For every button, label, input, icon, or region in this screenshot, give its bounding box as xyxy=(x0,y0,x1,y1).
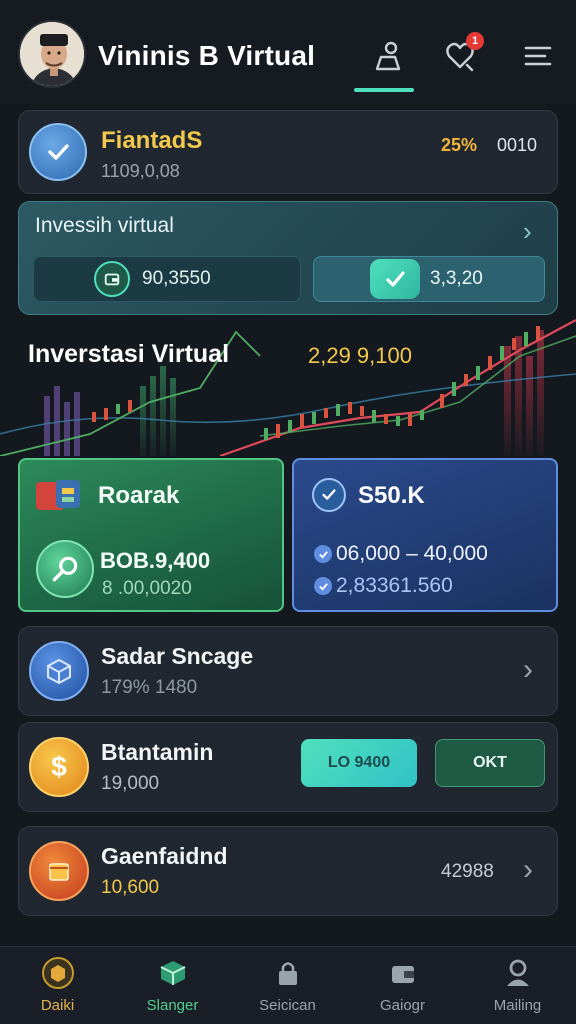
menu-icon[interactable] xyxy=(516,34,560,78)
nav-item-gaiogr[interactable]: Gaiogr xyxy=(345,947,460,1024)
app-title: Vininis B Virtual xyxy=(98,40,316,71)
person-icon xyxy=(506,959,529,986)
green-feature-tile[interactable]: Roarak BOB.9,400 8 .00,0020 xyxy=(18,458,284,612)
search-icon xyxy=(36,540,94,598)
check-icon xyxy=(370,259,420,299)
cube-icon xyxy=(29,641,89,701)
list-item[interactable]: $ Btantamin 19,000 LO 9400 OKT xyxy=(18,722,558,812)
nav-label: Seicican xyxy=(259,997,316,1014)
balance-title: FiantadS xyxy=(101,127,203,154)
box-icon xyxy=(29,841,89,901)
dollar-coin-icon: $ xyxy=(29,737,89,797)
cube-icon xyxy=(160,961,185,985)
row-value: 42988 xyxy=(441,861,494,882)
chevron-right-icon[interactable]: › xyxy=(523,853,533,887)
row-title: Gaenfaidnd xyxy=(101,843,228,869)
row-subtitle: 19,000 xyxy=(101,773,160,794)
nav-label: Gaiogr xyxy=(379,997,426,1014)
invest-right-pill[interactable]: 3,3,20 xyxy=(313,256,545,302)
invest-right-value: 3,3,20 xyxy=(430,268,483,289)
blue-tile-amount: 2,83361.560 xyxy=(336,574,453,597)
invest-title: Invessih virtual xyxy=(35,214,174,237)
blue-feature-tile[interactable]: S50.K 06,000 – 40,000 2,83361.560 xyxy=(292,458,558,612)
nav-label: Mailing xyxy=(493,997,542,1014)
chart-title: Inverstasi Virtual xyxy=(28,340,230,368)
check-circle-icon xyxy=(312,478,346,512)
nav-item-slanger[interactable]: Slanger xyxy=(115,947,230,1024)
list-item[interactable]: Sadar Sncage 179% 1480 › xyxy=(18,626,558,716)
green-tile-value: BOB.9,400 xyxy=(100,548,211,573)
box-icon xyxy=(41,957,74,989)
nav-label: Daiki xyxy=(40,997,75,1014)
blue-tile-line1: 06,000 – 40,000 xyxy=(314,542,488,566)
green-tile-subvalue: 8 .00,0020 xyxy=(102,578,192,599)
row-title: Btantamin xyxy=(101,739,214,765)
wallet-icon xyxy=(36,478,82,514)
invest-left-value: 90,3550 xyxy=(142,268,211,289)
invest-left-pill[interactable]: 90,3550 xyxy=(33,256,301,302)
notification-badge: 1 xyxy=(466,32,484,50)
price-chart xyxy=(0,319,576,456)
balance-percent: 25% xyxy=(441,135,478,155)
row-subtitle: 10,600 xyxy=(101,877,160,898)
green-tile-title: Roarak xyxy=(98,482,180,509)
bottom-nav: Daiki Slanger Seicican Gaiogr Mailing xyxy=(0,946,576,1024)
nav-item-daiki[interactable]: Daiki xyxy=(0,947,115,1024)
nav-item-seicican[interactable]: Seicican xyxy=(230,947,345,1024)
check-icon xyxy=(314,545,332,563)
balance-card[interactable]: FiantadS 1109,0,08 25% 0010 xyxy=(18,110,558,194)
chevron-right-icon[interactable]: › xyxy=(523,653,533,687)
balance-amount: 1109,0,08 xyxy=(101,161,180,181)
nav-item-mailing[interactable]: Mailing xyxy=(460,947,575,1024)
lock-icon xyxy=(278,962,297,985)
chevron-right-icon[interactable]: › xyxy=(523,216,532,247)
list-item[interactable]: Gaenfaidnd 10,600 42988 › xyxy=(18,826,558,916)
row-title: Sadar Sncage xyxy=(101,643,254,669)
secondary-action-button[interactable]: OKT xyxy=(435,739,545,787)
balance-value: 0010 xyxy=(497,135,538,155)
wallet-icon xyxy=(94,261,130,297)
blue-tile-line2: 2,83361.560 xyxy=(314,574,453,598)
check-shield-icon xyxy=(29,123,87,181)
check-icon xyxy=(314,577,332,595)
primary-action-button[interactable]: LO 9400 xyxy=(301,739,417,787)
nav-label: Slanger xyxy=(146,997,199,1014)
person-icon[interactable] xyxy=(366,34,410,78)
row-subtitle: 179% 1480 xyxy=(101,677,198,698)
blue-tile-title: S50.K xyxy=(358,482,425,509)
chart-value: 2,29 9,100 xyxy=(308,343,412,368)
blue-tile-range: 06,000 – 40,000 xyxy=(336,542,488,565)
active-tab-indicator xyxy=(354,88,414,92)
wallet-icon xyxy=(391,966,414,983)
invest-card[interactable]: Invessih virtual › 90,3550 3,3,20 xyxy=(18,201,558,315)
user-avatar[interactable] xyxy=(18,20,86,88)
